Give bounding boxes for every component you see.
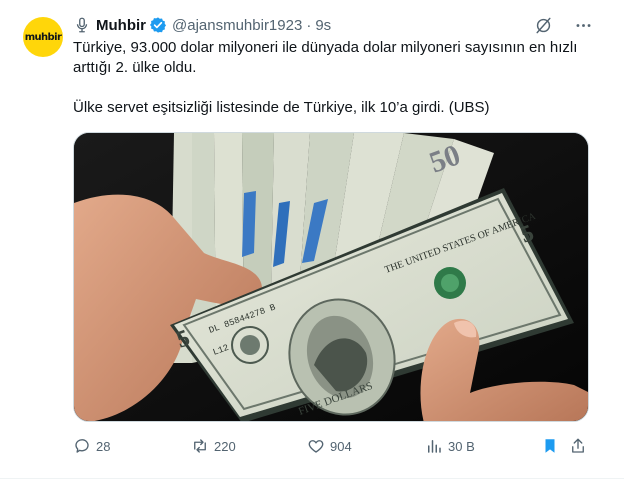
bookmark-icon <box>545 439 555 453</box>
tweet[interactable]: muhbir Muhbir @ajansmuhbir1923 · 9s Türk… <box>0 0 624 479</box>
views-button[interactable]: 30 B <box>425 437 475 455</box>
share-icon <box>572 438 584 453</box>
tweet-header: Muhbir @ajansmuhbir1923 · 9s <box>73 15 593 35</box>
tweet-content: Muhbir @ajansmuhbir1923 · 9s Türkiye, 93… <box>73 15 593 454</box>
tweet-text-line-2: Ülke servet eşitsizliği listesinde de Tü… <box>73 99 490 116</box>
views-count: 30 B <box>448 438 475 454</box>
reply-button[interactable]: 28 <box>73 437 110 455</box>
bookmark-button[interactable] <box>541 437 559 455</box>
like-icon <box>308 440 324 453</box>
like-button[interactable]: 904 <box>307 437 352 455</box>
views-icon <box>428 440 441 453</box>
grok-icon[interactable] <box>533 15 553 35</box>
tweet-time[interactable]: 9s <box>315 17 331 34</box>
author-handle[interactable]: @ajansmuhbir1923 <box>172 17 302 34</box>
repost-icon <box>194 439 206 453</box>
microphone-icon <box>73 16 91 34</box>
repost-button[interactable]: 220 <box>191 437 236 455</box>
like-count: 904 <box>330 438 352 454</box>
reply-icon <box>75 439 89 453</box>
more-icon[interactable] <box>573 15 593 35</box>
avatar[interactable]: muhbir <box>23 17 63 57</box>
verified-badge-icon[interactable] <box>149 16 167 34</box>
avatar-logo: muhbir <box>24 31 62 43</box>
money-photo: THE UNITED STATES OF AMERICA DL 85844278… <box>74 133 588 421</box>
tweet-text-line-1: Türkiye, 93.000 dolar milyoneri ile düny… <box>73 39 578 76</box>
tweet-media[interactable]: THE UNITED STATES OF AMERICA DL 85844278… <box>73 132 589 422</box>
separator-dot: · <box>306 16 312 34</box>
tweet-actions: 28 220 904 30 B <box>73 436 589 456</box>
reply-count: 28 <box>96 438 111 454</box>
repost-count: 220 <box>214 438 236 454</box>
tweet-text: Türkiye, 93.000 dolar milyoneri ile düny… <box>73 38 593 118</box>
share-button[interactable] <box>569 437 587 455</box>
author-name[interactable]: Muhbir <box>96 17 146 34</box>
header-actions <box>533 15 593 35</box>
